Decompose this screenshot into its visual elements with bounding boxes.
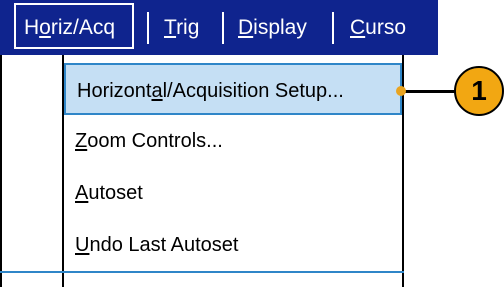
horiz-acq-dropdown-menu: Horizontal/Acquisition Setup... Zoom Con… <box>0 55 404 287</box>
menu-left-border <box>0 55 2 287</box>
callout-anchor-dot <box>396 86 406 96</box>
menu-item-label: Undo Last Autoset <box>75 234 239 256</box>
menu-row-divider <box>0 271 404 273</box>
menu-item-zoom-controls[interactable]: Zoom Controls... <box>64 115 402 167</box>
menu-item-autoset[interactable]: Autoset <box>64 167 402 219</box>
menu-tab-cursors[interactable]: Curso <box>350 0 406 55</box>
menu-tab-label: Display <box>238 16 307 39</box>
menu-separator <box>222 12 224 44</box>
menu-tab-label: Horiz/Acq <box>24 16 116 39</box>
menu-item-undo-last-autoset[interactable]: Undo Last Autoset <box>64 219 402 271</box>
menu-item-horizontal-acquisition-setup[interactable]: Horizontal/Acquisition Setup... <box>64 63 402 115</box>
callout-leader-line <box>400 90 462 93</box>
menu-tab-trig[interactable]: Trig <box>164 0 199 55</box>
menu-separator <box>147 12 149 44</box>
menu-bar: Horiz/Acq Trig Display Curso <box>0 0 438 55</box>
callout-number-badge: 1 <box>454 66 504 116</box>
menu-tab-horiz-acq[interactable]: Horiz/Acq <box>14 3 134 49</box>
menu-item-label: Autoset <box>75 182 143 204</box>
menu-tab-display[interactable]: Display <box>238 0 307 55</box>
menu-item-label: Zoom Controls... <box>75 130 223 152</box>
menu-item-label: Horizontal/Acquisition Setup... <box>77 80 344 102</box>
menu-tab-label: Trig <box>164 16 200 39</box>
menu-tab-label: Curso <box>350 16 407 39</box>
menu-separator <box>332 12 334 44</box>
